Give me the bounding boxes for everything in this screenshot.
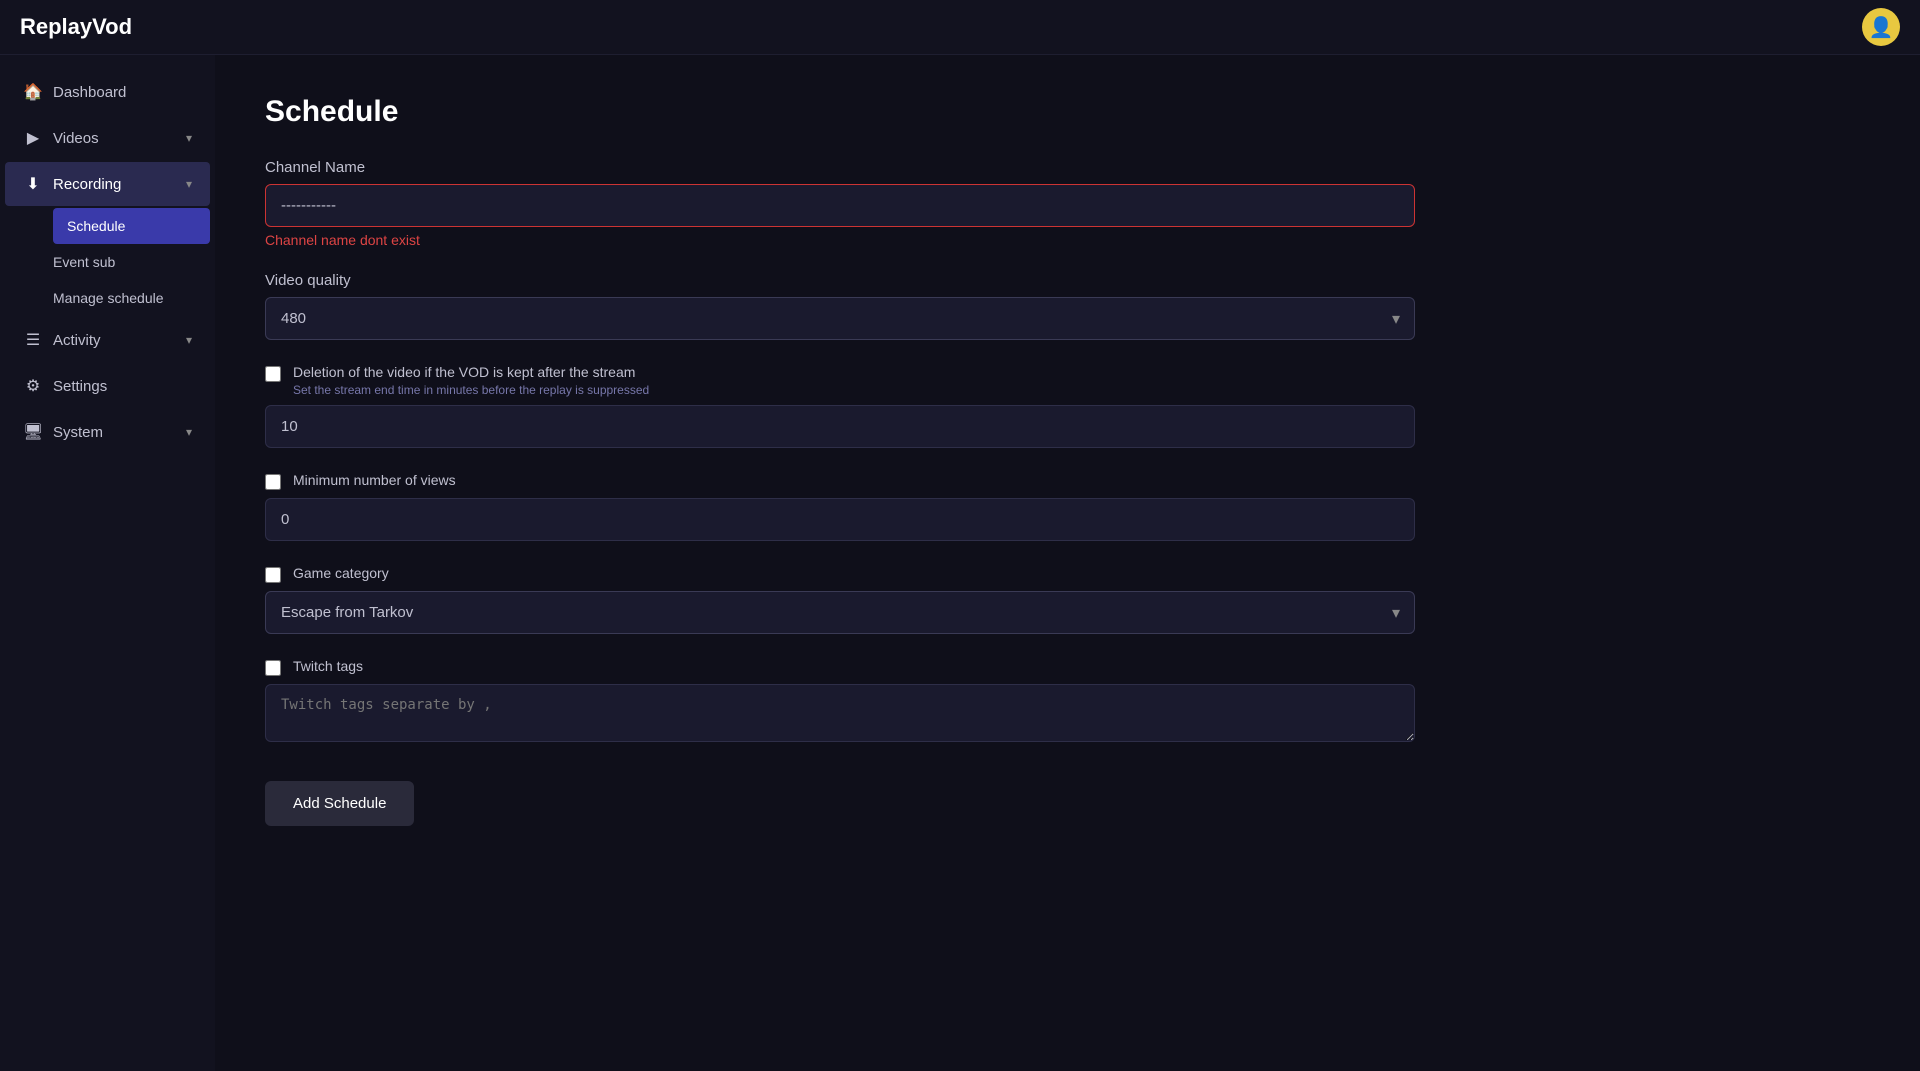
sidebar-subitem-event-sub[interactable]: Event sub xyxy=(53,244,210,280)
chevron-down-icon: ▾ xyxy=(186,177,192,191)
settings-icon: ⚙ xyxy=(23,376,43,396)
twitch-tags-group: Twitch tags xyxy=(265,658,1415,747)
video-quality-select[interactable]: 480 720 1080 Best xyxy=(265,297,1415,340)
sidebar-item-label: Dashboard xyxy=(53,84,192,101)
twitch-tags-checkbox[interactable] xyxy=(265,660,281,676)
twitch-tags-checkbox-label: Twitch tags xyxy=(293,658,363,674)
sidebar-item-label: Settings xyxy=(53,378,192,395)
chevron-down-icon: ▾ xyxy=(186,131,192,145)
main-layout: 🏠 Dashboard ▶ Videos ▾ ⬇ Recording ▾ Sch… xyxy=(0,55,1920,1071)
sidebar-item-dashboard[interactable]: 🏠 Dashboard xyxy=(5,70,210,114)
sidebar-item-label: Videos xyxy=(53,130,176,147)
sidebar-item-label: Activity xyxy=(53,332,176,349)
game-category-checkbox-label: Game category xyxy=(293,565,389,581)
channel-name-group: Channel Name Channel name dont exist xyxy=(265,159,1415,248)
add-schedule-button[interactable]: Add Schedule xyxy=(265,781,414,826)
home-icon: 🏠 xyxy=(23,82,43,102)
channel-name-label: Channel Name xyxy=(265,159,1415,176)
page-title: Schedule xyxy=(265,95,1870,129)
sidebar-item-label: Recording xyxy=(53,176,176,193)
video-quality-label: Video quality xyxy=(265,272,1415,289)
sidebar-subitem-manage-schedule[interactable]: Manage schedule xyxy=(53,280,210,316)
sidebar-item-recording[interactable]: ⬇ Recording ▾ xyxy=(5,162,210,206)
sidebar: 🏠 Dashboard ▶ Videos ▾ ⬇ Recording ▾ Sch… xyxy=(0,55,215,1071)
sidebar-item-videos[interactable]: ▶ Videos ▾ xyxy=(5,116,210,160)
deletion-checkbox-row: Deletion of the video if the VOD is kept… xyxy=(265,364,1415,397)
sidebar-item-activity[interactable]: ☰ Activity ▾ xyxy=(5,318,210,362)
min-views-checkbox-label: Minimum number of views xyxy=(293,472,456,488)
deletion-checkbox-sublabel: Set the stream end time in minutes befor… xyxy=(293,383,649,397)
sidebar-subitem-schedule[interactable]: Schedule xyxy=(53,208,210,244)
download-icon: ⬇ xyxy=(23,174,43,194)
sidebar-subitem-label: Event sub xyxy=(53,254,115,270)
activity-icon: ☰ xyxy=(23,330,43,350)
recording-submenu: Schedule Event sub Manage schedule xyxy=(0,208,215,316)
system-icon: 🖥 xyxy=(23,422,43,442)
min-views-input[interactable] xyxy=(265,498,1415,541)
sidebar-item-system[interactable]: 🖥 System ▾ xyxy=(5,410,210,454)
deletion-checkbox-label: Deletion of the video if the VOD is kept… xyxy=(293,364,649,380)
twitch-tags-input[interactable] xyxy=(265,684,1415,742)
channel-name-error: Channel name dont exist xyxy=(265,232,1415,248)
min-views-checkbox-row: Minimum number of views xyxy=(265,472,1415,490)
video-quality-group: Video quality 480 720 1080 Best xyxy=(265,272,1415,340)
twitch-tags-checkbox-row: Twitch tags xyxy=(265,658,1415,676)
sidebar-subitem-label: Schedule xyxy=(67,218,125,234)
sidebar-subitem-label: Manage schedule xyxy=(53,290,164,306)
deletion-group: Deletion of the video if the VOD is kept… xyxy=(265,364,1415,448)
deletion-value-input[interactable] xyxy=(265,405,1415,448)
game-category-group: Game category Escape from Tarkov Fortnit… xyxy=(265,565,1415,634)
game-category-checkbox-row: Game category xyxy=(265,565,1415,583)
deletion-checkbox[interactable] xyxy=(265,366,281,382)
play-icon: ▶ xyxy=(23,128,43,148)
chevron-down-icon: ▾ xyxy=(186,425,192,439)
game-category-checkbox[interactable] xyxy=(265,567,281,583)
video-quality-select-wrapper: 480 720 1080 Best xyxy=(265,297,1415,340)
chevron-down-icon: ▾ xyxy=(186,333,192,347)
main-content: Schedule Channel Name Channel name dont … xyxy=(215,55,1920,1071)
user-avatar-button[interactable]: 👤 xyxy=(1862,8,1900,46)
deletion-checkbox-text: Deletion of the video if the VOD is kept… xyxy=(293,364,649,397)
min-views-group: Minimum number of views xyxy=(265,472,1415,541)
schedule-form: Channel Name Channel name dont exist Vid… xyxy=(265,159,1415,826)
min-views-checkbox[interactable] xyxy=(265,474,281,490)
game-category-select-wrapper: Escape from Tarkov Fortnite Minecraft Va… xyxy=(265,591,1415,634)
channel-name-input[interactable] xyxy=(265,184,1415,227)
topbar: ReplayVod 👤 xyxy=(0,0,1920,55)
app-logo: ReplayVod xyxy=(20,14,132,40)
sidebar-item-label: System xyxy=(53,424,176,441)
game-category-select[interactable]: Escape from Tarkov Fortnite Minecraft Va… xyxy=(265,591,1415,634)
sidebar-item-settings[interactable]: ⚙ Settings xyxy=(5,364,210,408)
avatar-icon: 👤 xyxy=(1869,15,1894,40)
